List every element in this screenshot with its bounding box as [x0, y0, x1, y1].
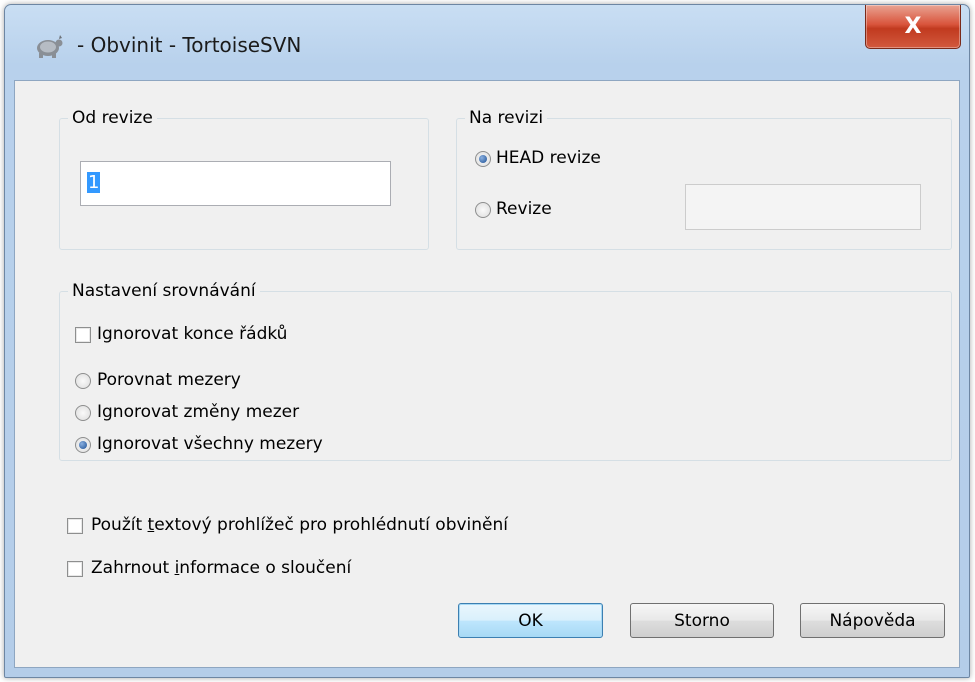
merge-info-label[interactable]: Zahrnout informace o sloučení	[91, 558, 351, 578]
dialog-window: - Obvinit - TortoiseSVN X Od revize 1 Na…	[4, 4, 970, 678]
compare-whitespace-label[interactable]: Porovnat mezery	[97, 370, 241, 390]
compare-whitespace-radio[interactable]	[75, 373, 91, 389]
from-revision-input[interactable]: 1	[80, 161, 391, 206]
to-revision-legend: Na revizi	[469, 108, 544, 128]
ignore-whitespace-changes-label[interactable]: Ignorovat změny mezer	[97, 402, 299, 422]
revision-number-input[interactable]	[685, 184, 921, 230]
ignore-all-whitespace-radio[interactable]	[75, 437, 91, 453]
close-button[interactable]: X	[865, 5, 961, 49]
help-button[interactable]: Nápověda	[800, 603, 945, 638]
merge-info-checkbox[interactable]	[67, 561, 83, 577]
from-revision-value: 1	[87, 172, 101, 193]
ignore-all-whitespace-label[interactable]: Ignorovat všechny mezery	[97, 434, 323, 454]
close-icon: X	[904, 14, 922, 39]
dialog-client-area: Od revize 1 Na revizi HEAD revize Revize…	[14, 80, 960, 668]
specific-revision-label[interactable]: Revize	[496, 199, 552, 219]
ignore-eol-label[interactable]: Ignorovat konce řádků	[97, 324, 287, 344]
head-revision-label[interactable]: HEAD revize	[496, 148, 601, 168]
title-bar[interactable]: - Obvinit - TortoiseSVN X	[5, 5, 969, 81]
from-revision-legend: Od revize	[72, 108, 153, 128]
cancel-button[interactable]: Storno	[630, 603, 774, 638]
specific-revision-radio[interactable]	[475, 202, 491, 218]
head-revision-radio[interactable]	[475, 151, 491, 167]
ok-button[interactable]: OK	[458, 603, 603, 638]
text-viewer-checkbox[interactable]	[67, 518, 83, 534]
text-viewer-label[interactable]: Použít textový prohlížeč pro prohlédnutí…	[91, 515, 508, 535]
diff-options-legend: Nastavení srovnávání	[72, 281, 256, 301]
window-title: - Obvinit - TortoiseSVN	[77, 33, 302, 57]
ignore-eol-checkbox[interactable]	[75, 327, 91, 343]
ignore-whitespace-changes-radio[interactable]	[75, 405, 91, 421]
tortoise-icon	[37, 35, 63, 58]
